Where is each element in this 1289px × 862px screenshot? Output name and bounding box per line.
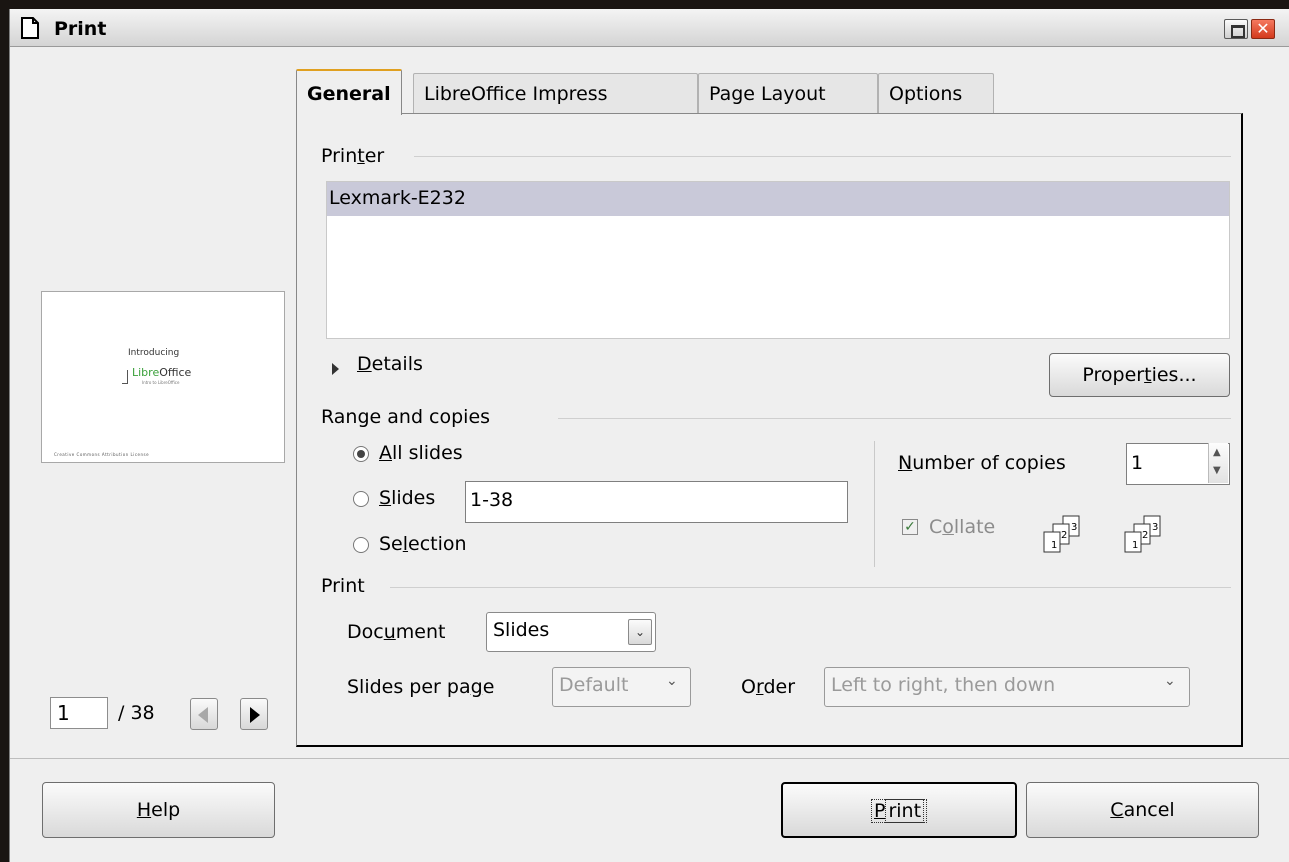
selection-label[interactable]: Selection [379, 533, 467, 555]
cancel-button[interactable]: Cancel [1026, 782, 1259, 838]
svg-text:1: 1 [1132, 540, 1138, 551]
order-label: Order [741, 676, 796, 698]
copies-divider [874, 441, 875, 567]
preview-logo: LibreOffice [132, 366, 192, 379]
document-label: Document [347, 621, 446, 643]
preview-subtitle: Intro to LibreOffice [142, 380, 180, 385]
svg-text:3: 3 [1071, 522, 1077, 533]
range-section-label: Range and copies [321, 406, 491, 428]
dropdown-icon[interactable]: ⌄ [628, 619, 652, 645]
page-number-input[interactable]: 1 [50, 697, 108, 729]
print-separator [390, 587, 1231, 588]
copies-spinner-buttons[interactable]: ▲ ▼ [1208, 443, 1228, 483]
tab-options[interactable]: Options [878, 73, 994, 113]
footer-separator [10, 758, 1289, 759]
printer-list[interactable]: Lexmark-E232 [326, 181, 1230, 339]
tab-libreoffice-impress[interactable]: LibreOffice Impress [413, 73, 698, 113]
all-slides-label[interactable]: All slides [379, 442, 463, 464]
collate-checkbox[interactable]: ✓ [902, 519, 918, 535]
svg-text:2: 2 [1142, 530, 1148, 541]
all-slides-radio[interactable] [353, 446, 369, 462]
printer-section-label: Printer [321, 145, 385, 167]
close-icon[interactable]: ✕ [1251, 19, 1275, 39]
maximize-icon[interactable] [1224, 19, 1248, 39]
title-bar: Print ✕ [10, 9, 1289, 47]
copies-value: 1 [1131, 452, 1144, 474]
next-page-icon [250, 707, 260, 723]
prev-page-button[interactable] [190, 698, 218, 730]
window-title: Print [54, 18, 107, 40]
svg-text:3: 3 [1152, 522, 1158, 533]
slides-range-input[interactable]: 1-38 [465, 481, 848, 523]
range-separator [558, 418, 1231, 419]
selection-radio[interactable] [353, 537, 369, 553]
slide-preview: Introducing LibreOffice Intro to LibreOf… [41, 291, 285, 463]
print-button[interactable]: Print [781, 782, 1017, 838]
print-section-label: Print [321, 575, 365, 597]
preview-footer: Creative Commons Attribution License [54, 452, 150, 457]
collate-label[interactable]: Collate [929, 516, 995, 538]
help-button[interactable]: Help [42, 782, 275, 838]
collate-icon: 3 2 1 [1043, 515, 1080, 553]
print-dialog: Print ✕ Introducing LibreOffice Intro to… [9, 9, 1289, 862]
slides-radio[interactable] [353, 491, 369, 507]
details-expander[interactable]: Details [357, 353, 423, 375]
order-select[interactable]: Left to right, then down [824, 667, 1190, 707]
preview-logo-mark [122, 370, 128, 384]
slides-per-page-label: Slides per page [347, 676, 495, 698]
expander-icon[interactable] [332, 363, 339, 375]
next-page-button[interactable] [240, 698, 268, 730]
spin-up-icon[interactable]: ▲ [1213, 447, 1221, 458]
prev-page-icon [198, 707, 208, 723]
preview-intro-text: Introducing [128, 348, 180, 358]
tab-general[interactable]: General [296, 69, 402, 115]
printer-separator [414, 156, 1231, 157]
copies-label: Number of copies [898, 452, 1066, 474]
page-total: / 38 [118, 702, 155, 724]
spin-down-icon[interactable]: ▼ [1213, 465, 1221, 476]
tab-page-layout[interactable]: Page Layout [698, 73, 878, 113]
chevron-down-icon: ⌄ [1164, 673, 1176, 689]
slides-label[interactable]: Slides [379, 487, 435, 509]
properties-button[interactable]: Properties... [1049, 353, 1230, 397]
collate-icon: 3 2 1 [1124, 515, 1161, 553]
printer-list-item[interactable]: Lexmark-E232 [327, 182, 1229, 216]
document-icon [21, 17, 39, 39]
svg-text:2: 2 [1061, 530, 1067, 541]
chevron-down-icon: ⌄ [666, 673, 678, 689]
svg-text:1: 1 [1051, 540, 1057, 551]
